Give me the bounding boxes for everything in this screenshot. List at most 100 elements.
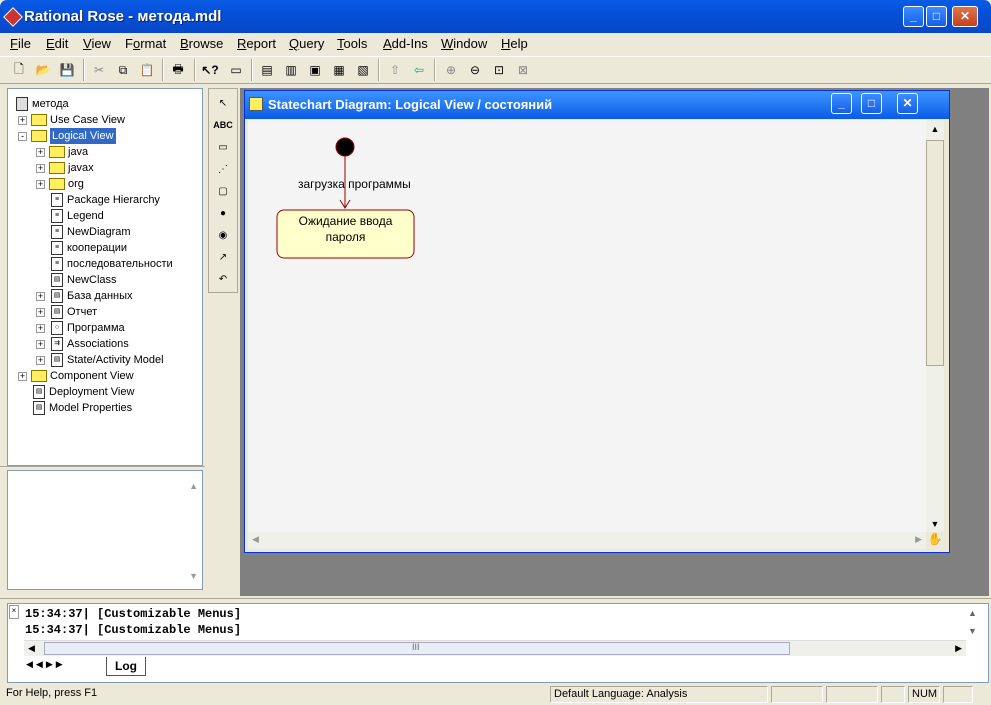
log-scroll-up-icon[interactable]: ▲ [968,608,977,618]
transition-label[interactable]: загрузка программы [298,177,411,191]
tree-item[interactable]: + java [36,144,88,160]
tree-item[interactable]: + Use Case View [18,112,125,128]
expand-icon[interactable]: + [36,323,45,333]
self-transition-tool-icon[interactable]: ↶ [212,268,234,290]
tree-item[interactable]: ≡ кооперации [36,240,127,256]
tree-item[interactable]: ▤ Model Properties [18,400,132,416]
tree-item[interactable]: + ○ Программа [36,320,125,336]
tree-item[interactable]: ▤ NewClass [36,272,117,288]
scroll-down-icon[interactable]: ▼ [926,519,944,529]
diagram-canvas[interactable]: загрузка программы Ожидание ввода пароля [248,120,926,532]
expand-icon[interactable]: + [36,179,45,189]
log-horizontal-scrollbar[interactable]: ◀ III ▶ [24,640,966,656]
menu-report[interactable]: Report [237,36,276,51]
tree-item[interactable]: ≡ NewDiagram [36,224,131,240]
tree-item[interactable]: + org [36,176,84,192]
start-state-tool-icon[interactable]: ● [212,202,234,224]
log-scroll-left-icon[interactable]: ◀ [28,643,35,654]
zoom-in-icon[interactable]: ⊕ [440,59,462,81]
expand-icon[interactable]: + [36,163,45,173]
tree-item[interactable]: + ▤ State/Activity Model [36,352,164,368]
selection-tool-icon[interactable]: ↖ [212,92,234,114]
log-tab[interactable]: Log [106,657,146,676]
browse-interaction-icon[interactable]: ▥ [280,59,302,81]
tree-item[interactable]: + javax [36,160,94,176]
menu-addins[interactable]: Add-Ins [383,36,428,51]
tree-item[interactable]: ▤ Deployment View [18,384,134,400]
state-tool-icon[interactable]: ▢ [212,180,234,202]
diagram-vertical-scrollbar[interactable]: ▲ ▼ [926,120,944,532]
menu-window[interactable]: Window [441,36,487,51]
menu-help[interactable]: Help [501,36,528,51]
maximize-button[interactable]: □ [926,6,947,27]
paste-icon[interactable]: 📋 [136,59,158,81]
expand-icon[interactable]: + [36,355,45,365]
save-icon[interactable]: 💾 [56,59,78,81]
browse-previous-icon[interactable]: ⇦ [408,59,430,81]
expand-icon[interactable]: + [18,371,27,381]
anchor-note-tool-icon[interactable]: ⋰ [212,158,234,180]
start-state[interactable] [335,137,355,157]
browse-class-icon[interactable]: ▤ [256,59,278,81]
documentation-pane[interactable]: ▲ ▼ [7,470,203,590]
menu-tools[interactable]: Tools [337,36,367,51]
browse-component-icon[interactable]: ▣ [304,59,326,81]
end-state-tool-icon[interactable]: ◉ [212,224,234,246]
diagram-horizontal-scrollbar[interactable]: ◀ ▶ [248,532,926,549]
tree-item[interactable]: + ⇉ Associations [36,336,129,352]
undo-fit-icon[interactable]: ⊠ [512,59,534,81]
menu-query[interactable]: Query [289,36,324,51]
zoom-out-icon[interactable]: ⊖ [464,59,486,81]
tree-item[interactable]: ≡ Package Hierarchy [36,192,160,208]
state-name[interactable]: Ожидание ввода пароля [277,213,414,245]
view-doc-icon[interactable]: ▭ [225,59,247,81]
log-scroll-right-icon[interactable]: ▶ [955,643,962,654]
log-splitter[interactable] [0,598,991,602]
scroll-right-icon[interactable]: ▶ [915,534,922,545]
tree-item[interactable]: + Component View [18,368,134,384]
menu-file[interactable]: File [10,36,31,51]
menu-view[interactable]: View [83,36,111,51]
open-icon[interactable]: 📂 [32,59,54,81]
note-tool-icon[interactable]: ▭ [212,136,234,158]
diagram-maximize-button[interactable]: □ [861,93,882,114]
expand-icon[interactable]: + [36,291,45,301]
diagram-close-button[interactable]: ✕ [897,93,918,114]
vertical-scroll-thumb[interactable] [926,140,944,366]
text-box-tool[interactable]: ABC [212,114,234,136]
transition-tool-icon[interactable]: ↗ [212,246,234,268]
tree-item[interactable]: + ▤ База данных [36,288,133,304]
tree-root[interactable]: метода [14,96,69,112]
tree-item[interactable]: + ▤ Отчет [36,304,97,320]
hand-pan-icon[interactable]: ✋ [926,532,944,549]
browse-state-icon[interactable]: ▧ [352,59,374,81]
tree-item[interactable]: - Logical View [18,128,116,144]
diagram-minimize-button[interactable]: _ [831,93,852,114]
minimize-button[interactable]: _ [903,6,924,27]
browse-deployment-icon[interactable]: ▦ [328,59,350,81]
expand-icon[interactable]: + [36,307,45,317]
doc-scroll-up-icon[interactable]: ▲ [189,481,198,491]
expand-icon[interactable]: + [18,115,27,125]
log-close-icon[interactable]: × [9,605,19,619]
new-icon[interactable]: 🗋 [8,59,30,81]
tree-item[interactable]: ≡ последовательности [36,256,173,272]
collapse-icon[interactable]: - [18,131,27,141]
menu-browse[interactable]: Browse [180,36,223,51]
copy-icon[interactable]: ⧉ [112,59,134,81]
doc-scroll-down-icon[interactable]: ▼ [189,571,198,581]
context-help-icon[interactable]: ↖? [199,59,221,81]
log-scroll-down-icon[interactable]: ▼ [968,626,977,636]
print-icon[interactable]: 🖶 [167,59,189,81]
menu-format[interactable]: Format [125,36,166,51]
diagram-title-bar[interactable]: Statechart Diagram: Logical View / состо… [245,91,949,119]
log-tab-nav-icons[interactable]: ◀◀▶▶ [26,659,66,670]
menu-edit[interactable]: Edit [46,36,68,51]
cut-icon[interactable]: ✂ [88,59,110,81]
scroll-left-icon[interactable]: ◀ [252,534,259,545]
expand-icon[interactable]: + [36,147,45,157]
tree-item[interactable]: ≡ Legend [36,208,104,224]
close-button[interactable]: ✕ [952,6,978,27]
fit-in-window-icon[interactable]: ⊡ [488,59,510,81]
scroll-up-icon[interactable]: ▲ [926,124,944,134]
